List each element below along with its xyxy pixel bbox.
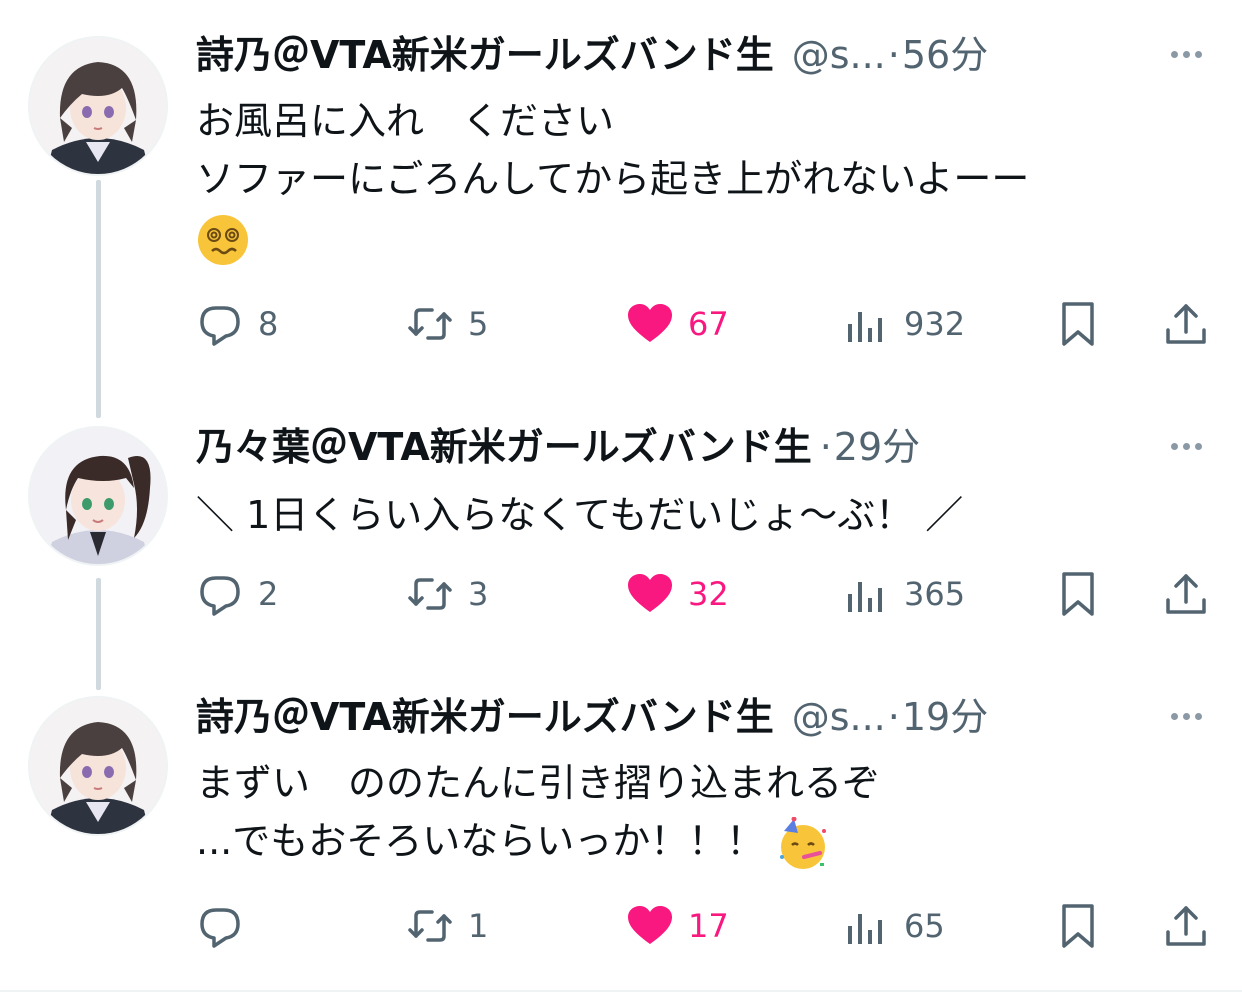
bookmark-icon <box>1062 904 1094 948</box>
author-handle[interactable]: @s... <box>792 692 886 742</box>
author-name[interactable]: 詩乃＠VTA新米ガールズバンド生 <box>196 30 774 80</box>
reply-count: 8 <box>258 305 279 343</box>
tweet-text-line: まずい ののたんに引き摺り込まれるぞ <box>196 761 881 805</box>
retweet-count: 1 <box>468 907 489 945</box>
separator: · <box>887 695 900 739</box>
view-count: 65 <box>904 907 945 945</box>
views-button[interactable]: 932 <box>842 298 965 350</box>
reply-icon <box>200 576 240 616</box>
avatar[interactable] <box>28 36 168 176</box>
avatar[interactable] <box>28 426 168 566</box>
share-button[interactable] <box>1162 568 1210 620</box>
bookmark-button[interactable] <box>1054 568 1102 620</box>
timestamp[interactable]: 29分 <box>834 422 920 472</box>
retweet-button[interactable]: 3 <box>406 568 488 620</box>
bookmark-icon <box>1062 302 1094 346</box>
separator: · <box>887 33 900 77</box>
views-button[interactable]: 65 <box>842 900 945 952</box>
like-button[interactable]: 17 <box>626 900 729 952</box>
like-count: 67 <box>688 305 729 343</box>
reply-icon <box>200 306 240 346</box>
dizzy-face-emoji <box>198 214 248 265</box>
tweet-text-line: ソファーにごろんしてから起き上がれないよーー <box>196 157 1030 201</box>
reply-button[interactable] <box>196 900 258 952</box>
bookmark-button[interactable] <box>1054 298 1102 350</box>
tweet-text-line: お風呂に入れ ください <box>196 99 615 143</box>
retweet-icon <box>408 578 452 610</box>
tweet-text: お風呂に入れ ください ソファーにごろんしてから起き上がれないよーー <box>196 92 1029 267</box>
like-button[interactable]: 67 <box>626 298 729 350</box>
like-count: 17 <box>688 907 729 945</box>
share-button[interactable] <box>1162 900 1210 952</box>
avatar[interactable] <box>28 696 168 836</box>
thread-line <box>96 578 101 690</box>
divider <box>0 990 1242 992</box>
timestamp[interactable]: 19分 <box>902 692 988 742</box>
bookmark-icon <box>1062 572 1094 616</box>
reply-count: 2 <box>258 575 279 613</box>
tweet-header: 詩乃＠VTA新米ガールズバンド生 @s... · 19分 <box>196 692 988 742</box>
retweet-count: 3 <box>468 575 489 613</box>
retweet-icon <box>408 308 452 340</box>
more-icon[interactable] <box>1164 34 1208 74</box>
reply-button[interactable]: 8 <box>196 298 278 350</box>
views-button[interactable]: 365 <box>842 568 965 620</box>
tweet-text: ＼ 1日くらい入らなくてもだいじょ～ぶ！ ／ <box>196 486 963 544</box>
tweet-text-line: ＼ 1日くらい入らなくてもだいじょ～ぶ！ ／ <box>196 493 964 537</box>
retweet-count: 5 <box>468 305 489 343</box>
retweet-button[interactable]: 1 <box>406 900 488 952</box>
tweet-header: 詩乃＠VTA新米ガールズバンド生 @s... · 56分 <box>196 30 988 80</box>
views-icon <box>848 312 882 342</box>
tweet-text: まずい ののたんに引き摺り込まれるぞ ...でもおそろいならいっか！！！ <box>196 754 880 871</box>
share-icon <box>1166 906 1206 946</box>
share-icon <box>1166 574 1206 614</box>
bookmark-button[interactable] <box>1054 900 1102 952</box>
like-count: 32 <box>688 575 729 613</box>
tweet-header: 乃々葉＠VTA新米ガールズバンド生 · 29分 <box>196 422 920 472</box>
more-icon[interactable] <box>1164 426 1208 466</box>
view-count: 365 <box>904 575 966 613</box>
share-icon <box>1166 304 1206 344</box>
retweet-button[interactable]: 5 <box>406 298 488 350</box>
share-button[interactable] <box>1162 298 1210 350</box>
author-name[interactable]: 詩乃＠VTA新米ガールズバンド生 <box>196 692 774 742</box>
view-count: 932 <box>904 305 966 343</box>
author-handle[interactable]: @s... <box>792 30 886 80</box>
tweet-actions: 8 5 67 932 <box>196 298 1216 350</box>
heart-icon <box>628 906 672 944</box>
tweet-actions: 1 17 65 <box>196 900 1216 952</box>
reply-icon <box>200 908 240 948</box>
thread-line <box>96 180 101 418</box>
author-name[interactable]: 乃々葉＠VTA新米ガールズバンド生 <box>196 422 812 472</box>
tweet-text-line: ...でもおそろいならいっか！！！ <box>196 819 765 863</box>
reply-button[interactable]: 2 <box>196 568 278 620</box>
heart-icon <box>628 304 672 342</box>
retweet-icon <box>408 910 452 942</box>
separator: · <box>819 425 832 469</box>
heart-icon <box>628 574 672 612</box>
like-button[interactable]: 32 <box>626 568 729 620</box>
more-icon[interactable] <box>1164 696 1208 736</box>
timestamp[interactable]: 56分 <box>902 30 988 80</box>
tweet-actions: 2 3 32 365 <box>196 568 1216 620</box>
views-icon <box>848 582 882 612</box>
partying-face-emoji <box>780 816 827 869</box>
views-icon <box>848 914 882 944</box>
